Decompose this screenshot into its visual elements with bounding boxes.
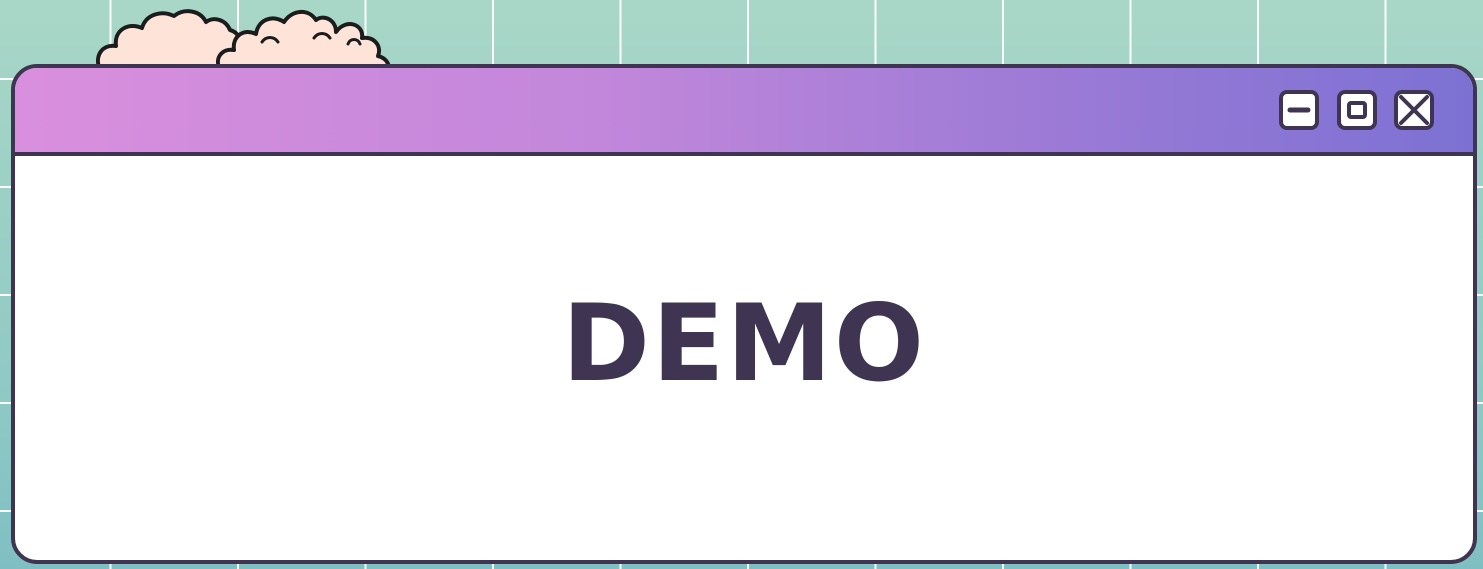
close-button[interactable] bbox=[1394, 90, 1434, 130]
window-content: DEMO bbox=[15, 156, 1473, 560]
window-title-text: DEMO bbox=[562, 281, 926, 405]
close-icon bbox=[1394, 90, 1434, 130]
maximize-button[interactable] bbox=[1337, 90, 1377, 130]
minimize-icon bbox=[1279, 90, 1319, 130]
cloud-decoration bbox=[92, 2, 402, 72]
window-titlebar[interactable] bbox=[15, 68, 1473, 156]
maximize-icon bbox=[1337, 90, 1377, 130]
minimize-button[interactable] bbox=[1279, 90, 1319, 130]
demo-window: DEMO bbox=[11, 64, 1477, 564]
